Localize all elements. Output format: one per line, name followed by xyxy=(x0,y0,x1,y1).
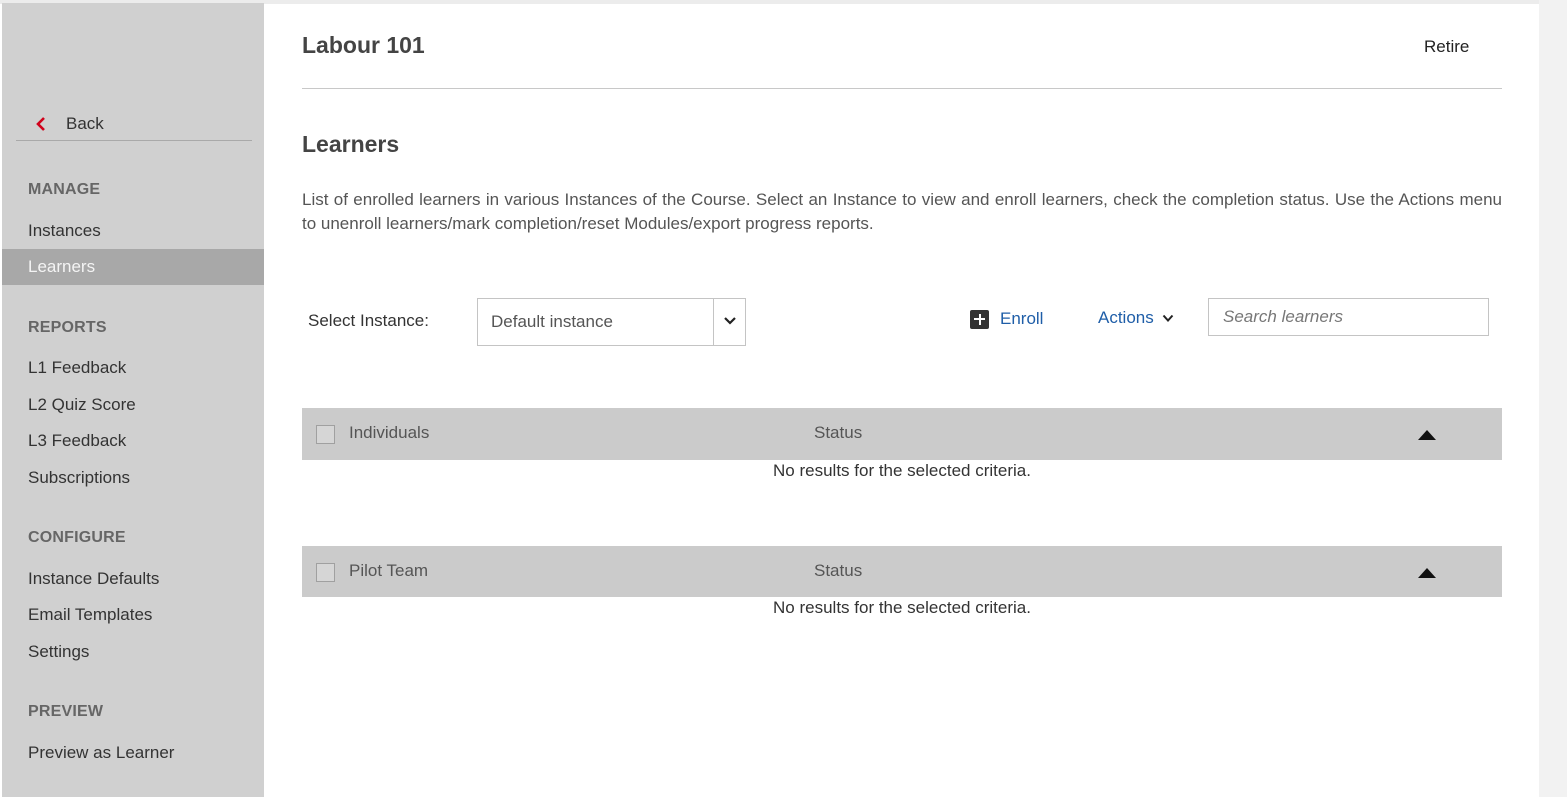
enroll-button[interactable]: Enroll xyxy=(970,306,1043,332)
section-label-manage: MANAGE xyxy=(28,181,101,198)
section-label-reports: REPORTS xyxy=(28,319,107,336)
section-label-preview: PREVIEW xyxy=(28,703,104,720)
section-description: List of enrolled learners in various Ins… xyxy=(302,190,1502,233)
sidebar: Back MANAGE Instances Learners REPORTS L… xyxy=(2,3,264,797)
sidebar-item-l2-quiz-score[interactable]: L2 Quiz Score xyxy=(2,387,264,423)
back-button[interactable]: Back xyxy=(16,107,252,141)
empty-results-message: No results for the selected criteria. xyxy=(773,461,1031,480)
enroll-label: Enroll xyxy=(1000,309,1044,328)
retire-button[interactable]: Retire xyxy=(1410,34,1483,60)
instance-select-value: Default instance xyxy=(491,312,613,331)
section-title: Learners xyxy=(302,131,400,157)
group-name: Pilot Team xyxy=(349,561,429,580)
back-label: Back xyxy=(66,114,104,133)
chevron-down-icon xyxy=(724,317,736,325)
sidebar-item-l3-feedback[interactable]: L3 Feedback xyxy=(2,423,264,459)
section-label-configure: CONFIGURE xyxy=(28,529,126,546)
course-title: Labour 101 xyxy=(302,32,425,58)
page: Back MANAGE Instances Learners REPORTS L… xyxy=(0,0,1567,797)
instance-select-toggle[interactable] xyxy=(713,299,745,345)
actions-menu-button[interactable]: Actions xyxy=(1098,306,1174,330)
header-divider xyxy=(302,88,1502,89)
sidebar-item-preview-as-learner[interactable]: Preview as Learner xyxy=(2,735,264,771)
group-select-all-checkbox[interactable] xyxy=(316,563,335,582)
sidebar-item-instances[interactable]: Instances xyxy=(2,213,264,249)
sidebar-item-email-templates[interactable]: Email Templates xyxy=(2,597,264,633)
status-column-header: Status xyxy=(814,423,863,442)
group-name: Individuals xyxy=(349,423,430,442)
plus-square-icon xyxy=(970,309,989,329)
status-column-header: Status xyxy=(814,561,863,580)
sidebar-item-settings[interactable]: Settings xyxy=(2,634,264,670)
chevron-left-icon xyxy=(36,117,45,131)
right-scroll-strip xyxy=(1539,0,1567,797)
group-header-individuals: Individuals Status xyxy=(302,408,1502,460)
instance-select[interactable]: Default instance xyxy=(477,298,746,346)
triangle-up-icon[interactable] xyxy=(1416,428,1438,442)
chevron-down-icon xyxy=(1162,314,1173,322)
sidebar-item-instance-defaults[interactable]: Instance Defaults xyxy=(2,561,264,597)
select-instance-label: Select Instance: xyxy=(308,311,429,330)
empty-results-message: No results for the selected criteria. xyxy=(773,598,1031,617)
group-header-pilot-team: Pilot Team Status xyxy=(302,546,1502,597)
group-select-all-checkbox[interactable] xyxy=(316,425,335,444)
search-learners-input[interactable] xyxy=(1208,298,1489,336)
sidebar-item-subscriptions[interactable]: Subscriptions xyxy=(2,460,264,496)
triangle-up-icon[interactable] xyxy=(1416,566,1438,580)
sidebar-item-learners[interactable]: Learners xyxy=(2,249,264,285)
actions-label: Actions xyxy=(1098,308,1154,327)
sidebar-item-l1-feedback[interactable]: L1 Feedback xyxy=(2,350,264,386)
